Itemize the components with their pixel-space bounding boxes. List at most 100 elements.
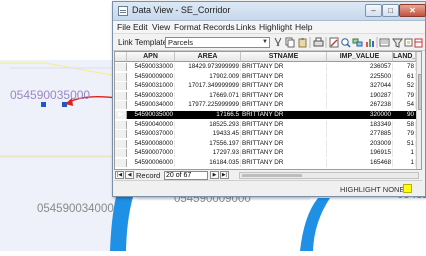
window-titlebar[interactable]: Data View - SE_Corridor – □ ✕	[113, 2, 426, 21]
cell-area[interactable]: 17669.071	[175, 91, 241, 100]
cell-area[interactable]: 17977.225999999	[175, 101, 241, 110]
menu-format[interactable]: Format	[174, 22, 201, 32]
row-indicator[interactable]	[115, 101, 127, 110]
cell-area[interactable]: 17556.197	[175, 139, 241, 148]
cell-apn[interactable]: 54590037000	[127, 130, 175, 139]
table-row[interactable]: 54590033000 18429.973999999 BRITTANY DR 236…	[115, 63, 416, 71]
minimize-button[interactable]: –	[365, 4, 382, 17]
column-header-imp-value[interactable]: IMP_VALUE	[327, 52, 393, 62]
row-indicator[interactable]	[115, 139, 127, 148]
cell-imp[interactable]: 327044	[327, 82, 393, 91]
row-indicator[interactable]	[115, 91, 127, 100]
parcel-label[interactable]: 054590034000	[37, 203, 114, 215]
row-indicator[interactable]	[115, 82, 127, 91]
cell-stname[interactable]: BRITTANY DR	[241, 91, 327, 100]
cell-apn[interactable]: 54590006000	[127, 159, 175, 167]
cell-imp[interactable]: 225500	[327, 72, 393, 81]
column-header-apn[interactable]: APN	[127, 52, 175, 62]
table-row[interactable]: 54590008000 17556.197 BRITTANY DR 203009 51	[115, 139, 416, 148]
cell-land[interactable]: 78	[393, 63, 416, 71]
row-indicator[interactable]	[115, 130, 127, 139]
cell-land[interactable]: 61	[393, 72, 416, 81]
close-button[interactable]: ✕	[399, 4, 426, 17]
menu-help[interactable]: Help	[295, 22, 312, 32]
cell-land[interactable]: 1	[393, 159, 416, 167]
cell-stname[interactable]: BRITTANY DR	[241, 159, 327, 167]
menu-links[interactable]: Links	[236, 22, 256, 32]
vertical-scrollbar[interactable]	[416, 52, 421, 169]
cell-apn[interactable]: 54590034000	[127, 101, 175, 110]
table-row[interactable]: 54590034000 17977.225999999 BRITTANY DR 267…	[115, 101, 416, 110]
cell-imp[interactable]: 183349	[327, 120, 393, 129]
menu-view[interactable]: View	[152, 22, 170, 32]
cell-stname[interactable]: BRITTANY DR	[241, 101, 327, 110]
parcel-label-selected[interactable]: 054590035000	[10, 88, 90, 102]
horizontal-scrollbar[interactable]	[239, 172, 419, 179]
menu-highlight[interactable]: Highlight	[259, 22, 292, 32]
cell-imp[interactable]: 203009	[327, 139, 393, 148]
cell-land[interactable]: 79	[393, 130, 416, 139]
cell-imp[interactable]: 267238	[327, 101, 393, 110]
cell-apn[interactable]: 54590033000	[127, 63, 175, 71]
cell-stname[interactable]: BRITTANY DR	[241, 63, 327, 71]
cell-imp[interactable]: 196915	[327, 149, 393, 158]
menu-file[interactable]: File	[117, 22, 131, 32]
cell-stname[interactable]: BRITTANY DR	[241, 120, 327, 129]
column-header-land-val[interactable]: LAND_VAL	[393, 52, 416, 62]
cell-apn[interactable]: 54590032000	[127, 91, 175, 100]
column-header-stname[interactable]: STNAME	[241, 52, 327, 62]
record-position-field[interactable]: 20 of 67	[164, 171, 208, 180]
cell-stname[interactable]: BRITTANY DR	[241, 82, 327, 91]
menu-records[interactable]: Records	[203, 22, 235, 32]
cell-stname[interactable]: BRITTANY DR	[241, 149, 327, 158]
cell-imp[interactable]: 190287	[327, 91, 393, 100]
cell-stname[interactable]: BRITTANY DR	[241, 130, 327, 139]
cell-apn[interactable]: 54590007000	[127, 149, 175, 158]
cell-land[interactable]: 1	[393, 149, 416, 158]
cell-land[interactable]: 52	[393, 82, 416, 91]
row-indicator[interactable]: ▶	[115, 111, 127, 119]
cell-area[interactable]: 18525.293	[175, 120, 241, 129]
cell-apn[interactable]: 54590040000	[127, 120, 175, 129]
cell-area[interactable]: 16184.035	[175, 159, 241, 167]
table-row[interactable]: 54590031000 17017.349999999 BRITTANY DR 327…	[115, 82, 416, 91]
table-row[interactable]: 54590006000 16184.035 BRITTANY DR 165468 1	[115, 159, 416, 167]
cell-apn[interactable]: 54590035000	[127, 111, 175, 119]
row-indicator[interactable]	[115, 63, 127, 71]
cell-area[interactable]: 17902.009	[175, 72, 241, 81]
table-row[interactable]: 54590007000 17297.93 BRITTANY DR 196915 1	[115, 149, 416, 158]
cell-imp[interactable]: 277885	[327, 130, 393, 139]
row-indicator[interactable]	[115, 120, 127, 129]
cell-land[interactable]: 58	[393, 120, 416, 129]
cell-land[interactable]: 79	[393, 91, 416, 100]
cell-apn[interactable]: 54590031000	[127, 82, 175, 91]
cell-apn[interactable]: 54590008000	[127, 139, 175, 148]
table-row[interactable]: ▶ 54590035000 17166.5 BRITTANY DR 320000 90	[115, 111, 416, 119]
cell-stname[interactable]: BRITTANY DR	[241, 139, 327, 148]
row-indicator[interactable]	[115, 72, 127, 81]
row-indicator[interactable]	[115, 149, 127, 158]
first-record-button[interactable]: |◀	[115, 171, 124, 179]
cell-area[interactable]: 17297.93	[175, 149, 241, 158]
table-row[interactable]: 54590040000 18525.293 BRITTANY DR 183349 58	[115, 120, 416, 129]
cell-stname[interactable]: BRITTANY DR	[241, 72, 327, 81]
table-row[interactable]: 54590009000 17902.009 BRITTANY DR 225500 61	[115, 72, 416, 81]
cell-stname[interactable]: BRITTANY DR	[241, 111, 327, 119]
cell-imp[interactable]: 320000	[327, 111, 393, 119]
cell-land[interactable]: 90	[393, 111, 416, 119]
cell-area[interactable]: 17017.349999999	[175, 82, 241, 91]
table-row[interactable]: 54590032000 17669.071 BRITTANY DR 190287 79	[115, 91, 416, 100]
scrollbar-thumb[interactable]	[418, 74, 421, 110]
cell-area[interactable]: 17166.5	[175, 111, 241, 119]
cell-area[interactable]: 18429.973999999	[175, 63, 241, 71]
highlight-color-swatch[interactable]	[403, 184, 412, 193]
cell-area[interactable]: 19433.45	[175, 130, 241, 139]
cell-imp[interactable]: 165468	[327, 159, 393, 167]
link-template-select[interactable]: Parcels ▼	[165, 37, 270, 48]
row-indicator[interactable]	[115, 159, 127, 167]
last-record-button[interactable]: ▶|	[220, 171, 229, 179]
column-header-area[interactable]: AREA	[175, 52, 241, 62]
cell-apn[interactable]: 54590009000	[127, 72, 175, 81]
menu-edit[interactable]: Edit	[133, 22, 148, 32]
scrollbar-thumb[interactable]	[242, 174, 302, 177]
